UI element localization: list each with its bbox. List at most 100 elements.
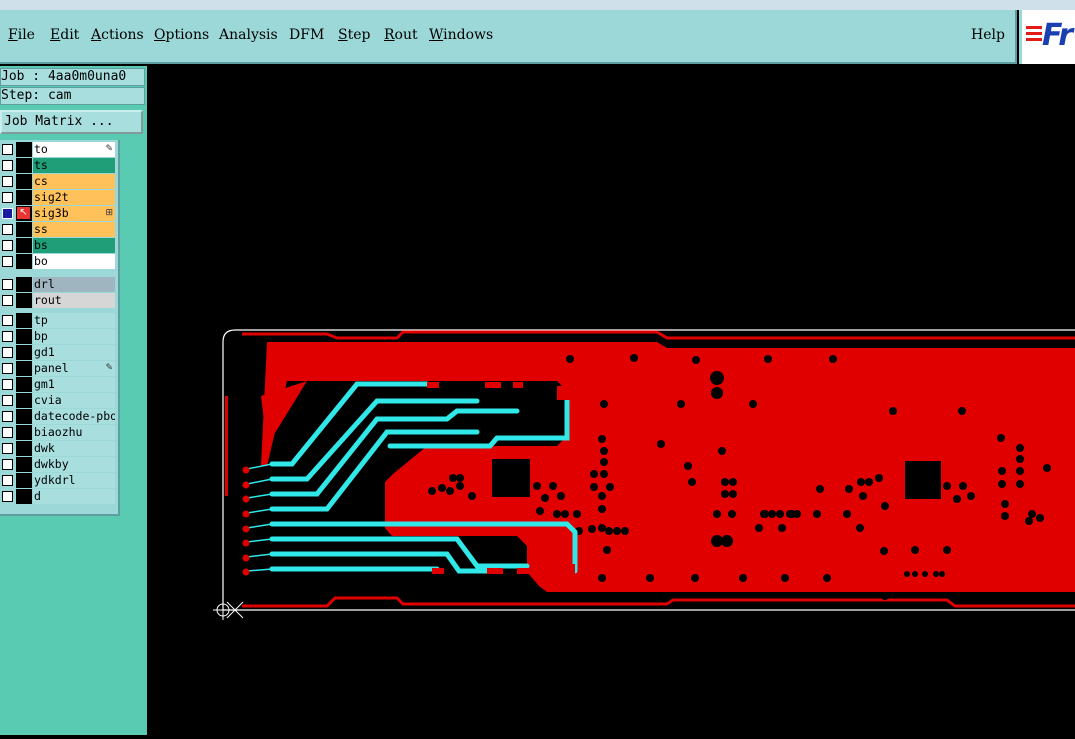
layer-row-cs[interactable]: cs (0, 174, 116, 189)
layer-name[interactable]: sig3b ⊞ (33, 206, 115, 221)
layer-row-bs[interactable]: bs (0, 238, 116, 253)
layer-status-cell[interactable] (16, 277, 32, 292)
layer-checkbox[interactable] (2, 256, 13, 267)
layer-status-cell[interactable] (16, 329, 32, 344)
layer-checkbox[interactable] (2, 379, 13, 390)
layer-name[interactable]: d (33, 489, 115, 504)
layer-status-cell[interactable] (16, 238, 32, 253)
layer-checkbox[interactable] (2, 443, 13, 454)
layer-checkbox[interactable] (2, 279, 13, 290)
layer-checkbox[interactable] (2, 295, 13, 306)
layer-row-dwkby[interactable]: dwkby (0, 457, 116, 472)
layer-name[interactable]: bs (33, 238, 115, 253)
layer-name[interactable]: drl (33, 277, 115, 292)
layer-status-cell[interactable] (16, 190, 32, 205)
menu-step[interactable]: Step (338, 27, 370, 43)
menu-help[interactable]: Help (971, 27, 1005, 43)
layer-checkbox[interactable] (2, 475, 13, 486)
layer-row-gd1[interactable]: gd1 (0, 345, 116, 360)
layer-name[interactable]: dwk (33, 441, 115, 456)
layer-status-cell[interactable] (16, 361, 32, 376)
layer-row-cvia[interactable]: cvia (0, 393, 116, 408)
layer-name[interactable]: dwkby (33, 457, 115, 472)
layer-checkbox[interactable] (2, 459, 13, 470)
menu-dfm[interactable]: DFM (289, 27, 324, 43)
layer-checkbox[interactable] (2, 208, 13, 219)
menu-options[interactable]: Options (154, 27, 209, 43)
layer-checkbox[interactable] (2, 411, 13, 422)
menu-actions[interactable]: Actions (91, 27, 144, 43)
layer-name[interactable]: sig2t (33, 190, 115, 205)
layer-name[interactable]: to ✎ (33, 142, 115, 157)
layer-status-cell[interactable] (16, 441, 32, 456)
layer-row-bp[interactable]: bp (0, 329, 116, 344)
layer-status-cell[interactable] (16, 393, 32, 408)
job-matrix-button[interactable]: Job Matrix ... (0, 110, 143, 134)
layer-row-tp[interactable]: tp (0, 313, 116, 328)
layer-status-cell[interactable] (16, 293, 32, 308)
layer-name[interactable]: bp (33, 329, 115, 344)
layer-checkbox[interactable] (2, 160, 13, 171)
layer-row-panel[interactable]: panel ✎ (0, 361, 116, 376)
layer-checkbox[interactable] (2, 331, 13, 342)
layer-status-cell[interactable] (16, 254, 32, 269)
menu-analysis[interactable]: Analysis (219, 27, 278, 43)
layer-checkbox[interactable] (2, 144, 13, 155)
layer-row-sig3b[interactable]: ↖ sig3b ⊞ (0, 206, 116, 221)
layer-name[interactable]: ydkdrl (33, 473, 115, 488)
layer-status-cell[interactable] (16, 222, 32, 237)
layer-name[interactable]: cs (33, 174, 115, 189)
menu-file[interactable]: File (8, 27, 35, 43)
menu-windows[interactable]: Windows (429, 27, 493, 43)
layer-checkbox[interactable] (2, 347, 13, 358)
layer-row-ts[interactable]: ts (0, 158, 116, 173)
layer-name[interactable]: gd1 (33, 345, 115, 360)
layer-row-drl[interactable]: drl (0, 277, 116, 292)
layer-checkbox[interactable] (2, 176, 13, 187)
layer-name[interactable]: panel ✎ (33, 361, 115, 376)
layer-name[interactable]: ts (33, 158, 115, 173)
layer-row-rout[interactable]: rout (0, 293, 116, 308)
layer-status-cell[interactable] (16, 489, 32, 504)
menu-rout[interactable]: Rout (384, 27, 418, 43)
graphics-canvas[interactable] (147, 66, 1075, 735)
layer-checkbox[interactable] (2, 224, 13, 235)
layer-row-sig2t[interactable]: sig2t (0, 190, 116, 205)
layer-row-biaozhu[interactable]: biaozhu (0, 425, 116, 440)
layer-row-datecode-pbo[interactable]: datecode-pbo (0, 409, 116, 424)
layer-status-cell[interactable] (16, 457, 32, 472)
layer-checkbox[interactable] (2, 363, 13, 374)
layer-status-cell[interactable] (16, 409, 32, 424)
layer-name[interactable]: biaozhu (33, 425, 115, 440)
layer-row-dwk[interactable]: dwk (0, 441, 116, 456)
layer-checkbox[interactable] (2, 315, 13, 326)
layer-name[interactable]: bo (33, 254, 115, 269)
layer-status-cell[interactable] (16, 473, 32, 488)
layer-row-d[interactable]: d (0, 489, 116, 504)
layer-name[interactable]: datecode-pbo (33, 409, 115, 424)
layer-name[interactable]: gm1 (33, 377, 115, 392)
layer-row-gm1[interactable]: gm1 (0, 377, 116, 392)
layer-status-cell[interactable] (16, 313, 32, 328)
layer-row-to[interactable]: to ✎ (0, 142, 116, 157)
layer-name[interactable]: tp (33, 313, 115, 328)
layer-status-cell[interactable] (16, 345, 32, 360)
layer-row-ss[interactable]: ss (0, 222, 116, 237)
menu-edit[interactable]: Edit (50, 27, 79, 43)
layer-checkbox[interactable] (2, 240, 13, 251)
layer-checkbox[interactable] (2, 427, 13, 438)
layer-checkbox[interactable] (2, 395, 13, 406)
layer-name[interactable]: rout (33, 293, 115, 308)
layer-status-cell[interactable] (16, 377, 32, 392)
pcb-view[interactable] (147, 66, 1075, 735)
layer-status-cell[interactable] (16, 158, 32, 173)
layer-name[interactable]: cvia (33, 393, 115, 408)
layer-row-ydkdrl[interactable]: ydkdrl (0, 473, 116, 488)
layer-status-cell[interactable] (16, 425, 32, 440)
layer-status-cell[interactable] (16, 142, 32, 157)
layer-row-bo[interactable]: bo (0, 254, 116, 269)
layer-checkbox[interactable] (2, 491, 13, 502)
layer-name[interactable]: ss (33, 222, 115, 237)
layer-status-cell[interactable] (16, 174, 32, 189)
layer-checkbox[interactable] (2, 192, 13, 203)
